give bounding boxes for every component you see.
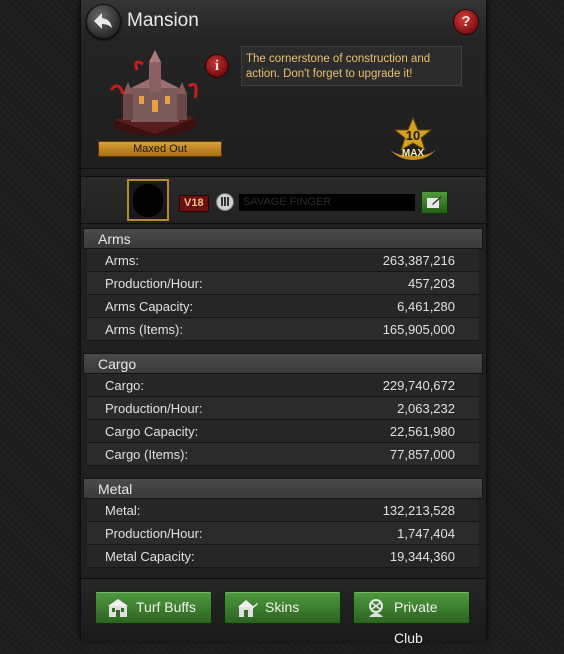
private-club-label: Private Club — [394, 599, 438, 646]
level-number: 10 — [406, 128, 420, 143]
section-title-arms: Arms — [83, 228, 483, 249]
cargo-section: Cargo Cargo: 229,740,672 Production/Hour:… — [83, 353, 483, 466]
stat-row: Arms Capacity: 6,461,280 — [87, 295, 479, 318]
stat-value: 165,905,000 — [382, 321, 455, 337]
stat-value: 1,747,404 — [397, 525, 455, 541]
stat-value: 6,461,280 — [397, 298, 455, 314]
stat-label: Metal: — [105, 502, 141, 518]
stat-label: Production/Hour: — [105, 400, 203, 416]
stat-value: 19,344,360 — [389, 548, 455, 564]
back-button[interactable] — [86, 4, 121, 39]
stat-label: Metal Capacity: — [105, 548, 195, 564]
maxed-out-badge: Maxed Out — [98, 141, 222, 157]
stat-label: Production/Hour: — [105, 275, 203, 291]
turf-buffs-button[interactable]: Turf Buffs — [95, 591, 212, 624]
player-name: SAVAGE FINGER — [239, 194, 415, 211]
stat-value: 22,561,980 — [389, 423, 455, 439]
building-icon — [108, 599, 128, 617]
stat-row: Cargo (Items): 77,857,000 — [87, 443, 479, 466]
mansion-panel: Mansion ? Maxed Out i The cornerstone of… — [80, 0, 487, 646]
vip-badge: V18 — [179, 195, 209, 212]
stat-row: Production/Hour: 457,203 — [87, 272, 479, 295]
player-row: V18 SAVAGE FINGER — [81, 176, 486, 224]
stat-label: Arms: — [105, 252, 139, 268]
info-icon[interactable]: i — [205, 54, 229, 78]
stat-row: Metal: 132,213,528 — [87, 499, 479, 522]
stat-row: Cargo Capacity: 22,561,980 — [87, 420, 479, 443]
skins-label: Skins — [265, 599, 300, 615]
turf-buffs-label: Turf Buffs — [136, 599, 196, 615]
private-club-button[interactable]: Private Club — [353, 591, 470, 646]
stat-label: Production/Hour: — [105, 525, 203, 541]
stat-value: 457,203 — [408, 275, 455, 291]
stat-label: Cargo: — [105, 377, 145, 393]
avatar[interactable] — [127, 179, 169, 221]
stat-label: Cargo Capacity: — [105, 423, 199, 439]
help-button[interactable]: ? — [453, 9, 479, 35]
stat-label: Arms Capacity: — [105, 298, 194, 314]
stat-value: 2,063,232 — [397, 400, 455, 416]
level-max-badge: 10 MAX — [387, 116, 439, 160]
edit-name-button[interactable] — [421, 191, 448, 214]
section-title-metal: Metal — [83, 478, 483, 499]
building-description: The cornerstone of construction and acti… — [241, 46, 462, 86]
metal-section: Metal Metal: 132,213,528 Production/Hour:… — [83, 478, 483, 568]
skins-button[interactable]: Skins — [224, 591, 341, 624]
page-title: Mansion — [127, 10, 199, 31]
stat-value: 229,740,672 — [382, 377, 455, 393]
stat-row: Cargo: 229,740,672 — [87, 374, 479, 397]
skins-building-icon — [238, 600, 258, 617]
club-icon — [369, 599, 383, 617]
arms-section: Arms Arms: 263,387,216 Production/Hour: 45… — [83, 228, 483, 341]
bottom-toolbar: Turf Buffs Skins Private Club — [81, 578, 486, 646]
stat-row: Arms (Items): 165,905,000 — [87, 318, 479, 341]
stat-label: Cargo (Items): — [105, 446, 189, 462]
mansion-image — [109, 50, 198, 136]
stat-value: 132,213,528 — [382, 502, 455, 518]
stat-row: Production/Hour: 2,063,232 — [87, 397, 479, 420]
rank-icon — [216, 193, 234, 211]
back-arrow-icon — [94, 13, 112, 29]
avatar-image — [133, 184, 163, 217]
stat-row: Metal Capacity: 19,344,360 — [87, 545, 479, 568]
stat-value: 263,387,216 — [382, 252, 455, 268]
stat-value: 77,857,000 — [389, 446, 455, 462]
section-title-cargo: Cargo — [83, 353, 483, 374]
stat-label: Arms (Items): — [105, 321, 183, 337]
edit-icon — [427, 196, 442, 208]
header-bar: Mansion ? — [81, 0, 486, 43]
stat-row: Arms: 263,387,216 — [87, 249, 479, 272]
level-max-label: MAX — [402, 148, 425, 159]
stat-row: Production/Hour: 1,747,404 — [87, 522, 479, 545]
building-info: Maxed Out i The cornerstone of construct… — [81, 42, 486, 169]
